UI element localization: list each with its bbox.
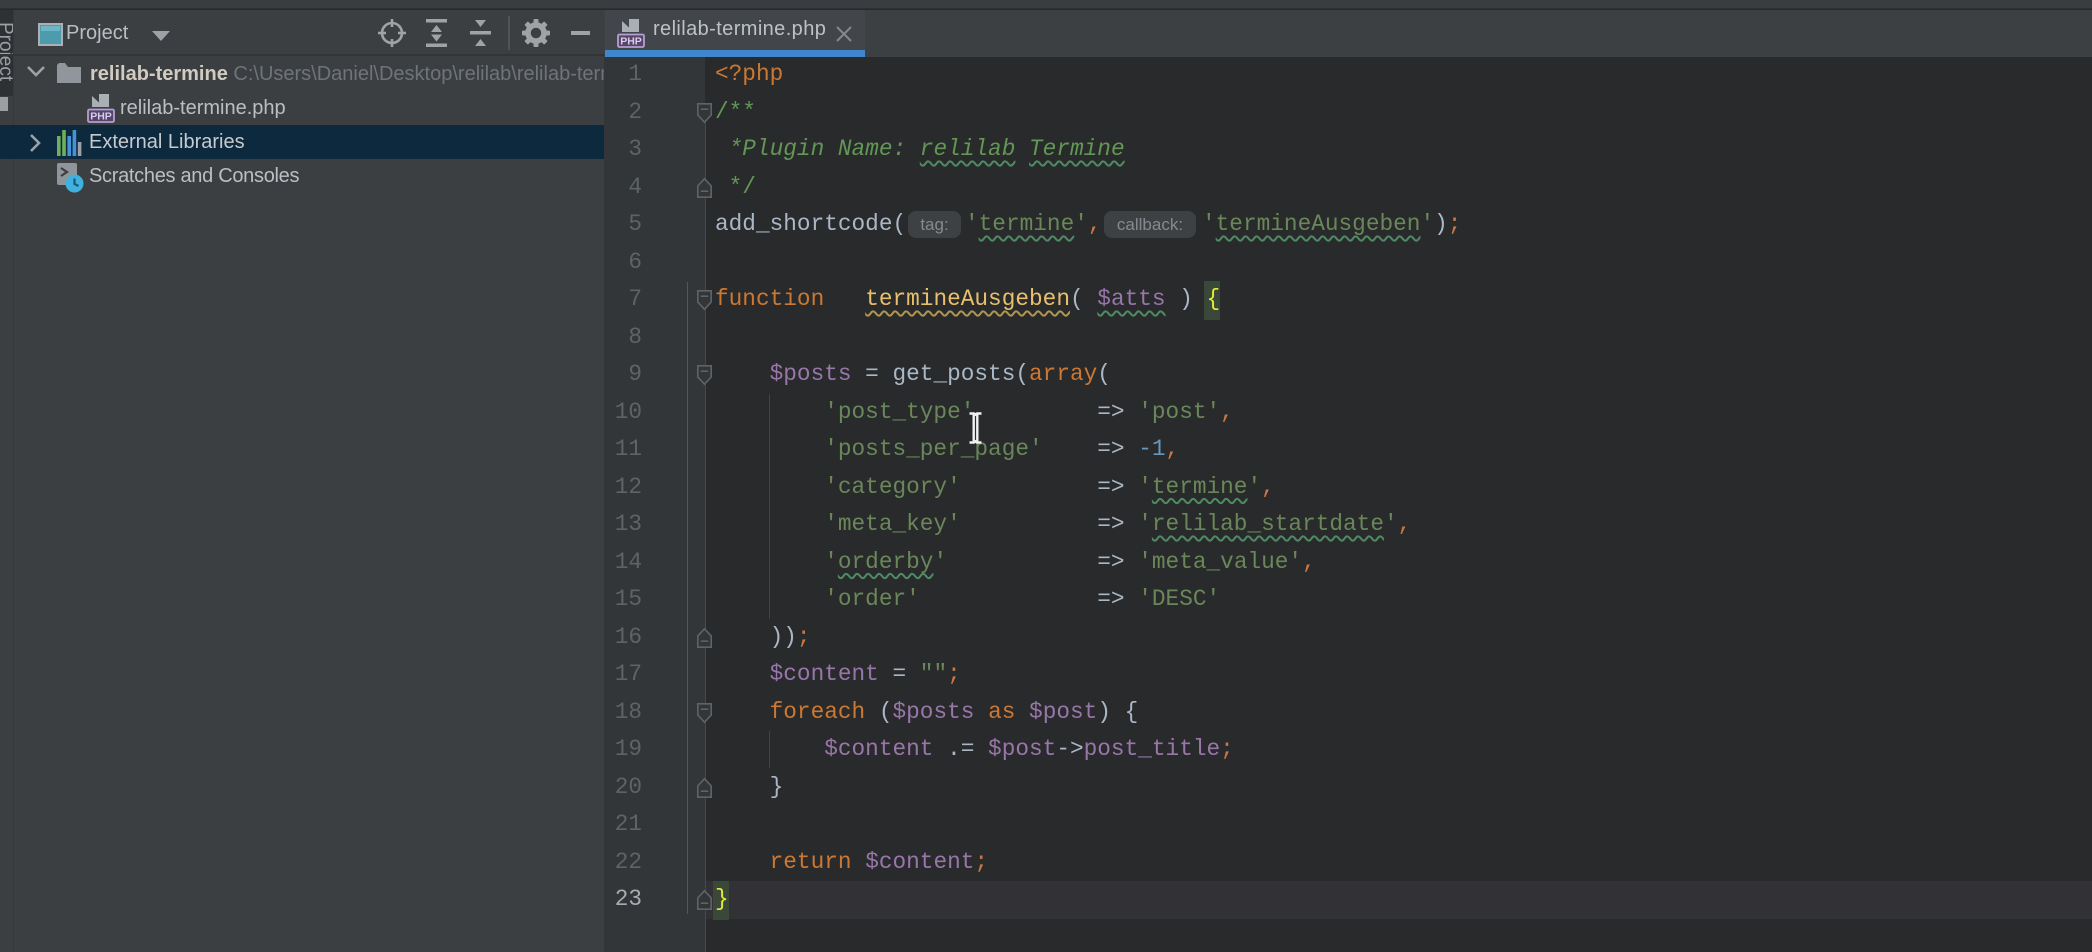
svg-text:PHP: PHP bbox=[620, 36, 642, 48]
svg-text:PHP: PHP bbox=[90, 111, 112, 123]
